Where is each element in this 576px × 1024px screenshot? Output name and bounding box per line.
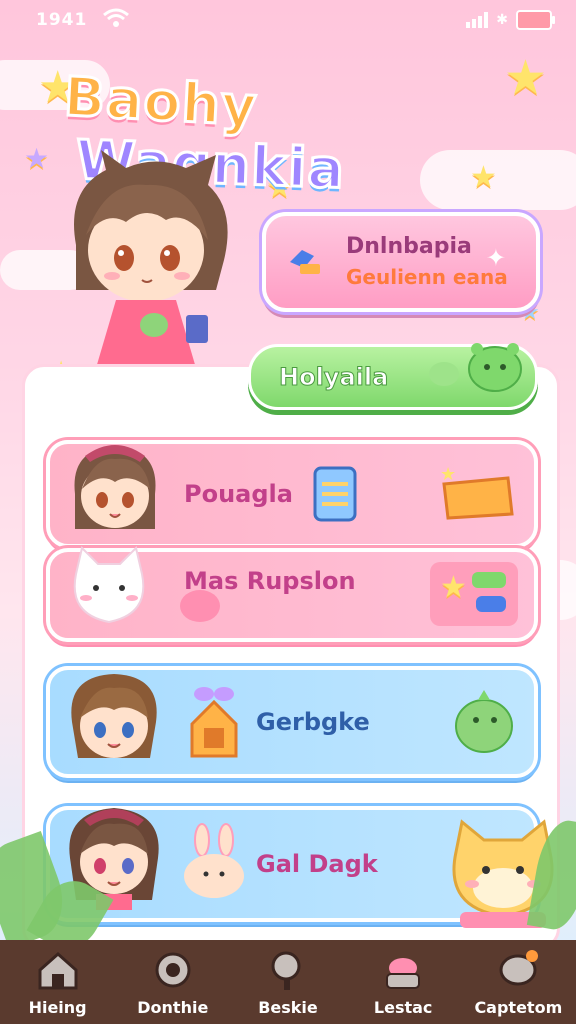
feature-button-line1: Dnlnbapia bbox=[346, 234, 472, 259]
menu-card-label: Gerbgke bbox=[256, 708, 370, 736]
slime-icon bbox=[468, 343, 522, 392]
status-time: 1941 bbox=[36, 10, 88, 30]
green-action-button[interactable]: Holyaila bbox=[248, 343, 538, 410]
signal-icon bbox=[466, 12, 489, 28]
green-action-label: Holyaila bbox=[278, 363, 389, 392]
blob-icon bbox=[180, 590, 220, 622]
menu-card-pouagla[interactable]: Pouagla ★ bbox=[46, 440, 538, 548]
search-icon bbox=[271, 951, 301, 990]
gems-icon: ★ bbox=[430, 562, 518, 626]
nav-item-beskie[interactable]: Beskie bbox=[233, 948, 343, 1017]
bottom-nav: Hieing Donthie Beskie Lestac Captetom bbox=[0, 940, 576, 1024]
leaf-icon bbox=[429, 362, 459, 386]
nav-item-hieing[interactable]: Hieing bbox=[3, 948, 113, 1017]
gear-icon bbox=[155, 952, 191, 987]
app-title: Baohy Wagnkia bbox=[61, 63, 534, 202]
chat-icon bbox=[499, 949, 539, 985]
wifi-icon bbox=[103, 8, 129, 27]
house-icon bbox=[190, 687, 238, 758]
nav-item-captetom[interactable]: Captetom bbox=[463, 948, 573, 1017]
title-part-1: Baohy bbox=[61, 63, 260, 139]
svg-text:★: ★ bbox=[440, 464, 456, 485]
nav-label: Beskie bbox=[258, 997, 318, 1017]
nav-label: Lestac bbox=[373, 997, 433, 1017]
status-icons: ✱ bbox=[466, 10, 555, 30]
avatar-boy-icon bbox=[71, 674, 157, 758]
feature-button-line2: Geulienn eana bbox=[346, 265, 508, 289]
hero-character bbox=[74, 150, 228, 398]
feature-button[interactable]: Dnlnbapia Geulienn eana ✦ bbox=[262, 212, 540, 312]
nav-item-donthie[interactable]: Donthie bbox=[118, 948, 228, 1017]
menu-card-label: Pouagla bbox=[184, 480, 293, 508]
notepad-icon bbox=[313, 466, 357, 522]
wand-icon bbox=[290, 250, 320, 274]
nav-label: Donthie bbox=[137, 997, 209, 1017]
star-icon: ★ bbox=[470, 160, 497, 195]
menu-card-gerbgke[interactable]: Gerbgke bbox=[46, 666, 538, 778]
nav-item-lestac[interactable]: Lestac bbox=[348, 948, 458, 1017]
folder-icon: ★ bbox=[440, 464, 514, 520]
home-icon bbox=[38, 951, 78, 989]
nav-label: Hieing bbox=[28, 997, 87, 1017]
pet-bowl-icon bbox=[386, 957, 421, 989]
menu-card-mas-rupslon[interactable]: Mas Rupslon ★ bbox=[46, 546, 538, 642]
bunny-icon bbox=[184, 823, 244, 898]
sparkle-icon: ✦ bbox=[485, 244, 506, 272]
menu-card-label: Gal Dagk bbox=[256, 850, 378, 878]
feature-button-texts: Dnlnbapia Geulienn eana bbox=[346, 232, 508, 292]
cat-icon bbox=[73, 546, 145, 624]
dino-icon bbox=[455, 690, 513, 753]
avatar-girl-icon bbox=[74, 445, 156, 529]
battery-icon bbox=[516, 10, 555, 30]
nav-label: Captetom bbox=[474, 997, 563, 1017]
bluetooth-icon: ✱ bbox=[496, 12, 508, 28]
